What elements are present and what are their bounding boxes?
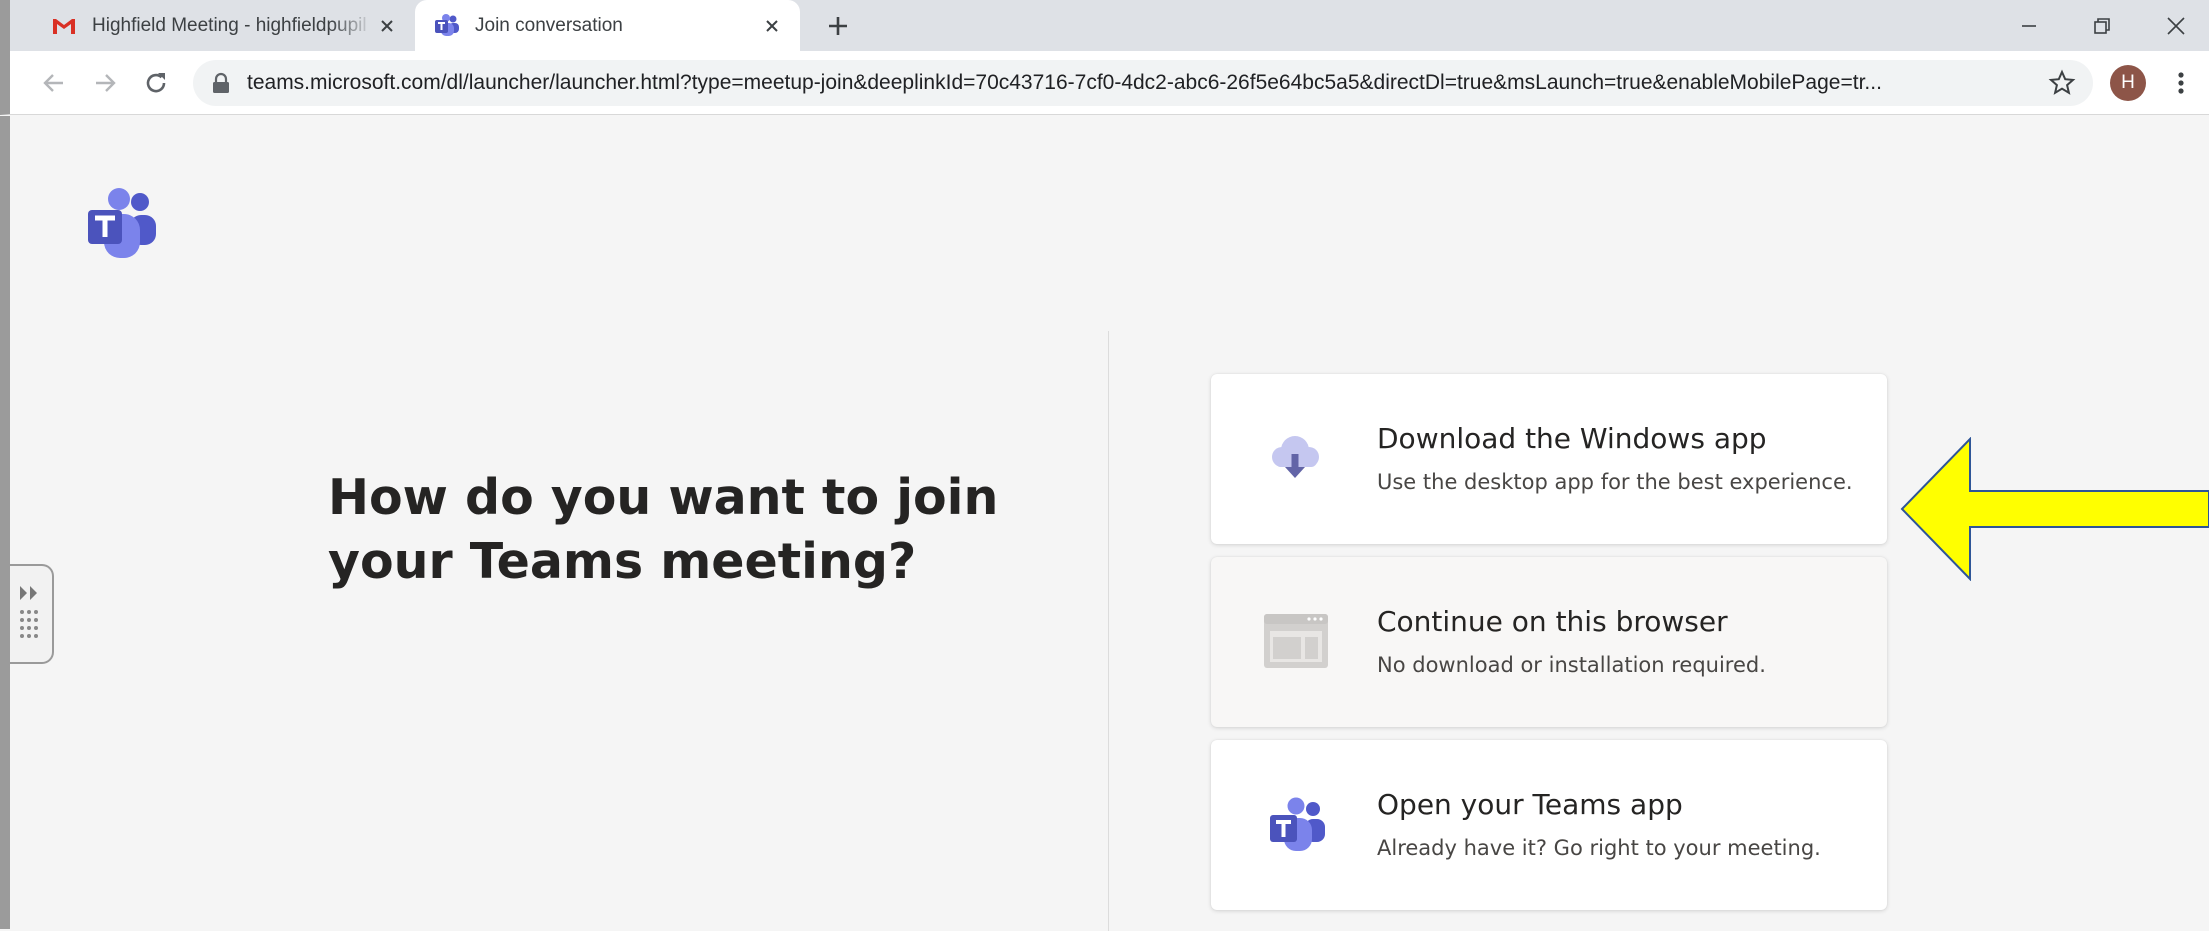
open-teams-app-option[interactable]: Open your Teams app Already have it? Go …: [1211, 740, 1887, 910]
profile-avatar[interactable]: H: [2110, 65, 2146, 101]
new-tab-icon[interactable]: [822, 10, 854, 42]
yellow-arrow-icon: [1900, 437, 2209, 581]
tab-join-conversation[interactable]: Join conversation: [415, 0, 800, 51]
cloud-download-icon: [1272, 436, 1319, 478]
teams-icon: [1270, 797, 1325, 851]
option-subtitle: Already have it? Go right to your meetin…: [1377, 836, 1821, 860]
close-window-icon[interactable]: [2158, 8, 2194, 44]
page-heading: How do you want to join your Teams meeti…: [328, 469, 999, 590]
page-content: How do you want to join your Teams meeti…: [0, 116, 2209, 931]
close-tab-icon[interactable]: [373, 12, 401, 40]
lock-icon[interactable]: [211, 72, 231, 94]
tab-strip: Highfield Meeting - highfieldpupil Join …: [0, 0, 2209, 51]
option-title: Continue on this browser: [1377, 605, 1728, 638]
gmail-icon: [53, 18, 75, 34]
teams-logo-icon: [88, 188, 156, 258]
download-windows-app-option[interactable]: Download the Windows app Use the desktop…: [1211, 374, 1887, 544]
teams-icon: [435, 13, 459, 36]
bookmark-star-icon[interactable]: [2047, 68, 2077, 98]
url-text[interactable]: teams.microsoft.com/dl/launcher/launcher…: [247, 71, 2035, 95]
more-menu-icon[interactable]: [2166, 65, 2196, 101]
address-bar[interactable]: teams.microsoft.com/dl/launcher/launcher…: [193, 60, 2093, 106]
restore-icon[interactable]: [2084, 8, 2120, 44]
tab-title: Join conversation: [475, 14, 623, 36]
tab-gmail[interactable]: Highfield Meeting - highfieldpupil: [20, 0, 415, 51]
option-title: Open your Teams app: [1377, 788, 1683, 821]
close-tab-icon[interactable]: [758, 12, 786, 40]
back-icon[interactable]: [36, 65, 72, 101]
divider: [1108, 331, 1109, 931]
option-subtitle: Use the desktop app for the best experie…: [1377, 470, 1853, 494]
expand-handle-icon: [20, 586, 38, 638]
option-subtitle: No download or installation required.: [1377, 653, 1766, 677]
side-panel-handle[interactable]: [10, 564, 54, 664]
browser-toolbar: teams.microsoft.com/dl/launcher/launcher…: [0, 51, 2209, 115]
option-title: Download the Windows app: [1377, 422, 1767, 455]
browser-window-icon: [1264, 614, 1328, 668]
tab-title: Highfield Meeting - highfieldpupil: [92, 14, 367, 36]
continue-on-browser-option[interactable]: Continue on this browser No download or …: [1211, 557, 1887, 727]
forward-icon[interactable]: [87, 65, 123, 101]
reload-icon[interactable]: [138, 65, 174, 101]
minimize-icon[interactable]: [2011, 8, 2047, 44]
